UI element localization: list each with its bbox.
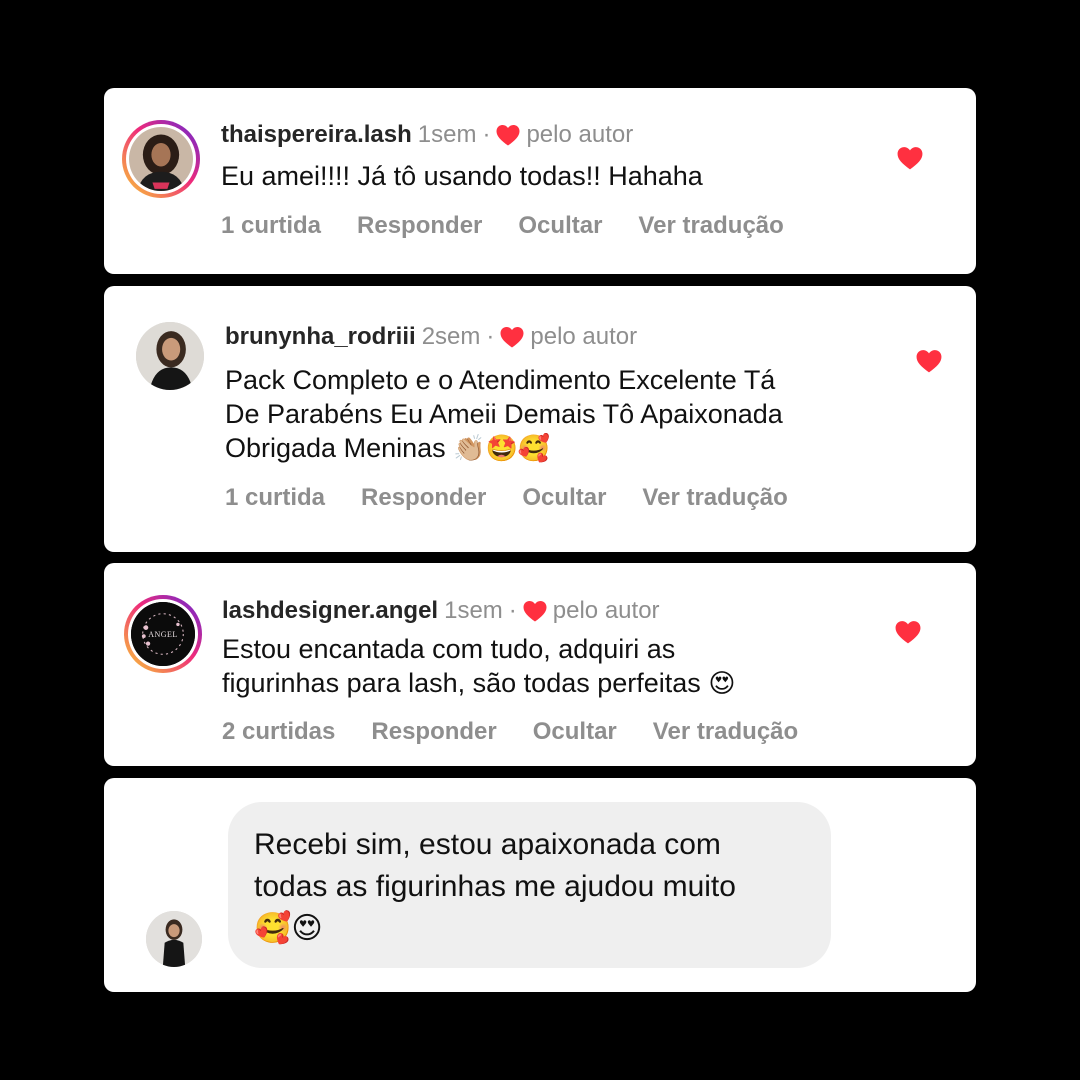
comment-actions: 1 curtida Responder Ocultar Ver tradução [221, 212, 784, 240]
reply-button[interactable]: Responder [361, 484, 486, 512]
comment-card-1: thaispereira.lash 1sem · pelo autor Eu a… [104, 88, 976, 274]
reply-button[interactable]: Responder [371, 718, 496, 746]
username[interactable]: thaispereira.lash [221, 121, 412, 149]
username[interactable]: brunynha_rodriii [225, 323, 416, 351]
message-line: todas as figurinhas me ajudou muito [254, 870, 736, 903]
comment-header: thaispereira.lash 1sem · pelo autor [221, 121, 633, 149]
message-bubble: Recebi sim, estou apaixonada com todas a… [228, 802, 831, 968]
like-count[interactable]: 2 curtidas [222, 718, 335, 746]
like-heart-icon[interactable] [916, 349, 942, 373]
timestamp: 1sem [444, 597, 503, 624]
avatar[interactable]: ANGEL [124, 595, 202, 673]
username[interactable]: lashdesigner.angel [222, 597, 438, 625]
liked-by-author-label: pelo autor [530, 323, 638, 350]
message-line: Recebi sim, estou apaixonada com [254, 828, 721, 861]
like-count[interactable]: 1 curtida [221, 212, 321, 240]
comment-actions: 1 curtida Responder Ocultar Ver tradução [225, 484, 788, 512]
reply-button[interactable]: Responder [357, 212, 482, 240]
author-like-heart-icon [500, 326, 524, 348]
comment-actions: 2 curtidas Responder Ocultar Ver traduçã… [222, 718, 798, 746]
comment-text: Estou encantada com tudo, adquiri as fig… [222, 632, 735, 701]
avatar[interactable] [136, 322, 204, 390]
comment-text-line: Estou encantada com tudo, adquiri as [222, 634, 676, 664]
separator: · [482, 121, 491, 148]
translate-button[interactable]: Ver tradução [642, 484, 787, 512]
separator: · [486, 323, 495, 350]
comment-card-3: ANGEL lashdesigner.angel 1sem · pelo aut… [104, 563, 976, 766]
emoji-group: 😍 [708, 669, 736, 699]
like-count[interactable]: 1 curtida [225, 484, 325, 512]
avatar[interactable] [146, 911, 202, 967]
timestamp: 2sem [421, 323, 481, 350]
comment-text: Eu amei!!!! Já tô usando todas!! Hahaha [221, 161, 703, 191]
comment-text-line: Obrigada Meninas 👏🏼🤩🥰 [225, 433, 551, 464]
comment-header: brunynha_rodriii 2sem · pelo autor [225, 323, 637, 351]
liked-by-author-label: pelo autor [552, 597, 660, 624]
author-like-heart-icon [523, 600, 547, 622]
hide-button[interactable]: Ocultar [533, 718, 617, 746]
logo-text: ANGEL [148, 629, 178, 639]
comment-text-line: De Parabéns Eu Ameii Demais Tô Apaixonad… [225, 399, 783, 429]
hide-button[interactable]: Ocultar [518, 212, 602, 240]
author-like-heart-icon [496, 124, 520, 146]
emoji-group: 👏🏼🤩🥰 [453, 434, 551, 464]
timestamp: 1sem [417, 121, 477, 148]
hide-button[interactable]: Ocultar [522, 484, 606, 512]
translate-button[interactable]: Ver tradução [638, 212, 783, 240]
comment-text-line: Pack Completo e o Atendimento Excelente … [225, 365, 776, 395]
liked-by-author-label: pelo autor [526, 121, 634, 148]
like-heart-icon[interactable] [897, 146, 923, 170]
emoji-group: 🥰😍 [254, 911, 323, 946]
comment-text: Pack Completo e o Atendimento Excelente … [225, 363, 783, 466]
avatar[interactable] [122, 120, 200, 198]
like-heart-icon[interactable] [895, 620, 921, 644]
translate-button[interactable]: Ver tradução [653, 718, 798, 746]
separator: · [508, 597, 517, 624]
comment-header: lashdesigner.angel 1sem · pelo autor [222, 597, 660, 625]
comment-text-line: figurinhas para lash, são todas perfeita… [222, 668, 736, 699]
message-card: Recebi sim, estou apaixonada com todas a… [104, 778, 976, 992]
comment-card-2: brunynha_rodriii 2sem · pelo autor Pack … [104, 286, 976, 552]
